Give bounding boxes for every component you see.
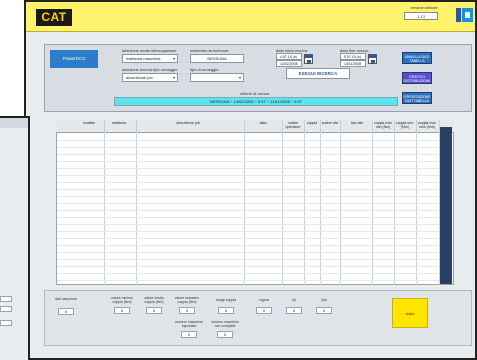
table-row[interactable] xyxy=(57,182,439,183)
column-header: codice vite xyxy=(321,121,339,125)
table-row[interactable] xyxy=(57,252,439,253)
chevron-down-icon: ▾ xyxy=(238,75,241,80)
tipo-label: tipo di ormeggio xyxy=(190,67,219,72)
table-row[interactable] xyxy=(57,266,439,267)
calendar-icon[interactable] xyxy=(368,54,377,64)
column-header: coppia max min (Nm) xyxy=(374,121,392,129)
version-label: versione software xyxy=(410,6,438,10)
company-logo-icon xyxy=(456,8,473,22)
search-type-value: descrizione job xyxy=(126,75,153,80)
table-row[interactable] xyxy=(57,161,439,162)
background-window-field xyxy=(0,296,12,302)
chevron-down-icon: ▾ xyxy=(172,56,175,61)
column-header: codice operatore xyxy=(285,121,301,129)
column-header: data xyxy=(259,121,267,125)
vertical-scrollbar[interactable] xyxy=(440,127,452,284)
stat-value: 0 xyxy=(179,307,195,314)
incomplete-value: 0 xyxy=(217,331,233,338)
stat-value: 0 xyxy=(146,307,162,314)
table-row[interactable] xyxy=(57,203,439,204)
start-time-input[interactable]: 4.57.15 (h) xyxy=(276,53,302,60)
column-header: matricola xyxy=(111,121,127,125)
version-value: 1.13 xyxy=(404,12,438,20)
table-row[interactable] xyxy=(57,238,439,239)
chevron-down-icon: ▾ xyxy=(172,75,175,80)
exit-button[interactable]: esci xyxy=(392,298,428,328)
stat-value: 0 xyxy=(114,307,130,314)
end-date-input[interactable]: 14/11/2008 xyxy=(340,60,366,67)
sample-count-label: dati campione xyxy=(55,297,77,301)
clear-table-button[interactable]: ANNULLA DATI TABELLA xyxy=(402,52,432,64)
table-row[interactable] xyxy=(57,224,439,225)
column-header: coppia xyxy=(306,121,318,125)
sample-count-value: 0 xyxy=(58,308,74,315)
cat-logo: CAT xyxy=(36,9,72,26)
stat-label: valore minimo coppia (Nm) xyxy=(111,296,133,304)
start-date-input[interactable]: 14/02/2008 xyxy=(276,60,302,67)
exported-value: 0 xyxy=(181,331,197,338)
filter-criteria: NESSUNA ÷ 14/02/2008 ÷ 5.57 ÷ 14/11/2008… xyxy=(114,97,398,106)
background-window-field xyxy=(0,306,12,312)
exported-label: numero macchine esportate xyxy=(175,320,203,328)
table-row[interactable] xyxy=(57,245,439,246)
end-time-input[interactable]: 5.57.15 (h) xyxy=(340,53,366,60)
mode-select-value: matricola macchina xyxy=(126,56,161,61)
stat-label: range coppia xyxy=(215,298,237,302)
column-header: coppia max nom (Nm) xyxy=(418,121,436,129)
stat-value: 0 xyxy=(218,307,234,314)
stat-label: Cpk xyxy=(320,298,328,302)
stat-label: Cp xyxy=(291,298,297,302)
background-window-titlebar xyxy=(0,118,28,128)
table-row[interactable] xyxy=(57,168,439,169)
table-row[interactable] xyxy=(57,175,439,176)
table-row[interactable] xyxy=(57,231,439,232)
table-row[interactable] xyxy=(57,196,439,197)
filter-label: criterio di ricerca xyxy=(240,91,270,96)
column-header: tipo vite xyxy=(350,121,364,125)
stat-label: sigma xyxy=(259,298,269,302)
table-row[interactable] xyxy=(57,147,439,148)
stat-value: 0 xyxy=(316,307,332,314)
mode-select[interactable]: matricola macchina ▾ xyxy=(122,54,178,63)
export-button[interactable]: ESPORTAZIONE DATI TABELLA xyxy=(402,92,432,104)
matricola-label: matricola da ricercare xyxy=(190,48,229,53)
incomplete-label: numero macchine non complete xyxy=(211,320,239,328)
table-row[interactable] xyxy=(57,280,439,281)
matricola-input[interactable]: NESSUNA xyxy=(190,54,244,63)
table-row[interactable] xyxy=(57,273,439,274)
stat-label: valore massimo coppia (Nm) xyxy=(174,296,200,304)
search-button[interactable]: ESEGUI RICERCA xyxy=(286,68,350,79)
tipo-select[interactable]: ▾ xyxy=(190,73,244,82)
stat-label: valore medio coppia (Nm) xyxy=(143,296,165,304)
table-row[interactable] xyxy=(57,259,439,260)
table-row[interactable] xyxy=(57,217,439,218)
table-row[interactable] xyxy=(57,189,439,190)
column-header: descrizione job xyxy=(176,121,200,125)
table-row[interactable] xyxy=(57,140,439,141)
table-row[interactable] xyxy=(57,210,439,211)
column-header: modello xyxy=(82,121,96,125)
brand-logo: PowerDCS xyxy=(50,50,98,68)
table-row[interactable] xyxy=(57,154,439,155)
search-type-select[interactable]: descrizione job ▾ xyxy=(122,73,178,82)
stat-value: 0 xyxy=(256,307,272,314)
stat-value: 0 xyxy=(286,307,302,314)
search-type-label: selezione ricerca tipo ormeggio xyxy=(122,67,178,72)
column-header: coppia serr. (Nm) xyxy=(395,121,415,129)
calendar-icon[interactable] xyxy=(304,54,313,64)
background-window-field xyxy=(0,320,12,326)
mode-label: selezione modo interrogazione xyxy=(122,48,177,53)
chart-button[interactable]: GRAFICO DISTRIBUZIONE xyxy=(402,72,432,84)
